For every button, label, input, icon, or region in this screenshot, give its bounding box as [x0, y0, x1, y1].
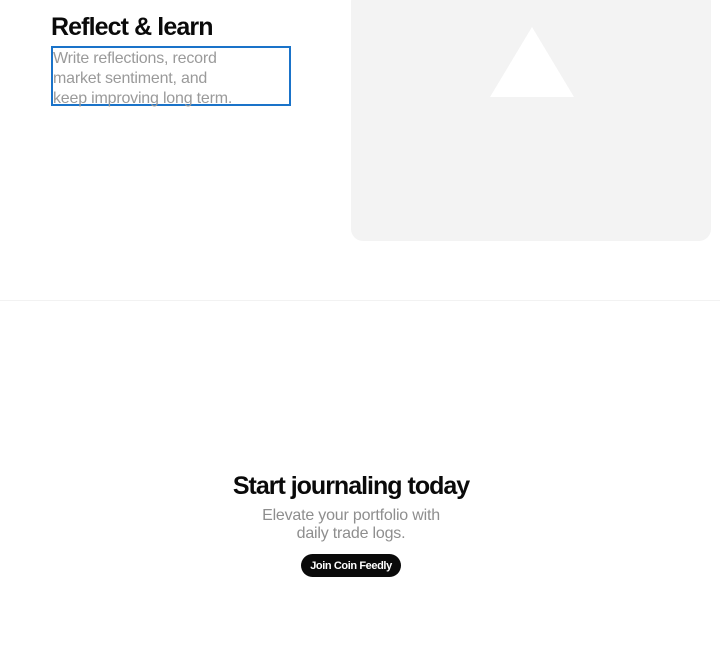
feature-media-card [351, 0, 711, 241]
feature-description-line: market sentiment, and [53, 70, 208, 87]
join-button[interactable]: Join Coin Feedly [301, 554, 401, 577]
cta-title: Start journaling today [232, 472, 470, 500]
feature-section: Reflect & learn Write reflections, recor… [0, 0, 720, 301]
feature-description-line: Write reflections, record [53, 50, 217, 67]
cta-subtitle: Elevate your portfolio with daily trade … [0, 507, 702, 543]
feature-description[interactable]: Write reflections, record market sentime… [51, 46, 291, 107]
page: Reflect & learn Write reflections, recor… [0, 0, 720, 657]
cta-section: Start journaling today Elevate your port… [0, 301, 720, 657]
feature-description-line: keep improving long term. [53, 90, 233, 107]
feature-title: Reflect & learn [51, 13, 213, 41]
cta-subtitle-line: daily trade logs. [296, 525, 406, 542]
triangle-placeholder-icon [490, 27, 574, 97]
cta-subtitle-line: Elevate your portfolio with [262, 507, 440, 524]
